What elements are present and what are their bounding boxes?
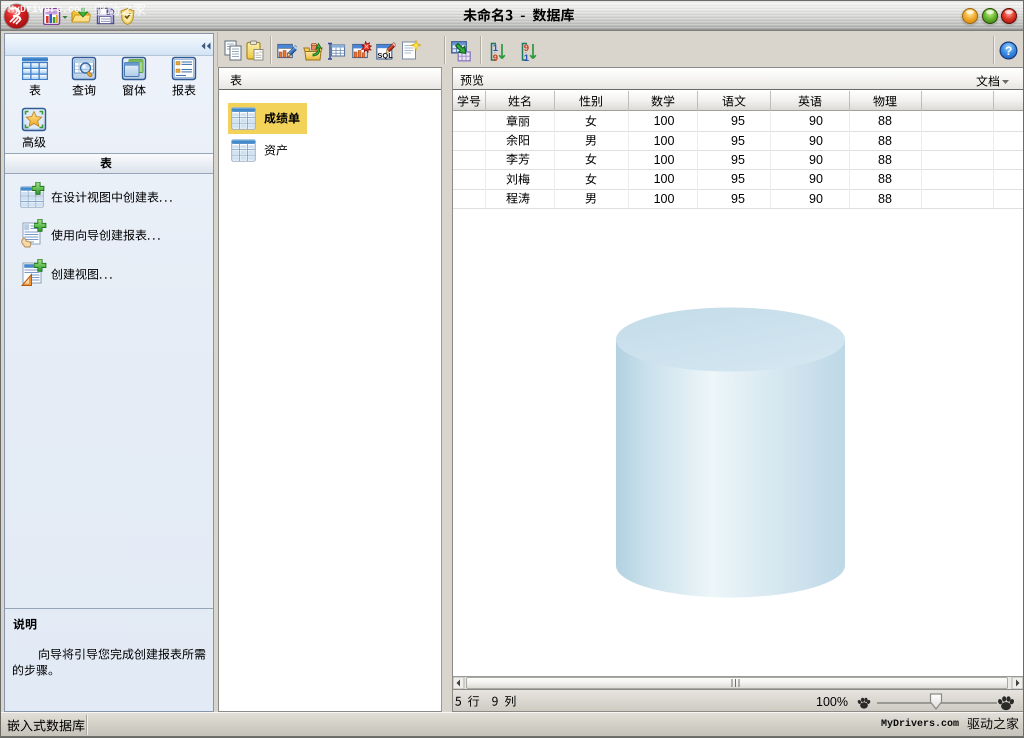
svg-text:9: 9 [493, 53, 498, 62]
svg-text:SQL: SQL [377, 51, 393, 60]
svg-text:?: ? [1005, 44, 1012, 58]
svg-text:1: 1 [524, 53, 530, 62]
